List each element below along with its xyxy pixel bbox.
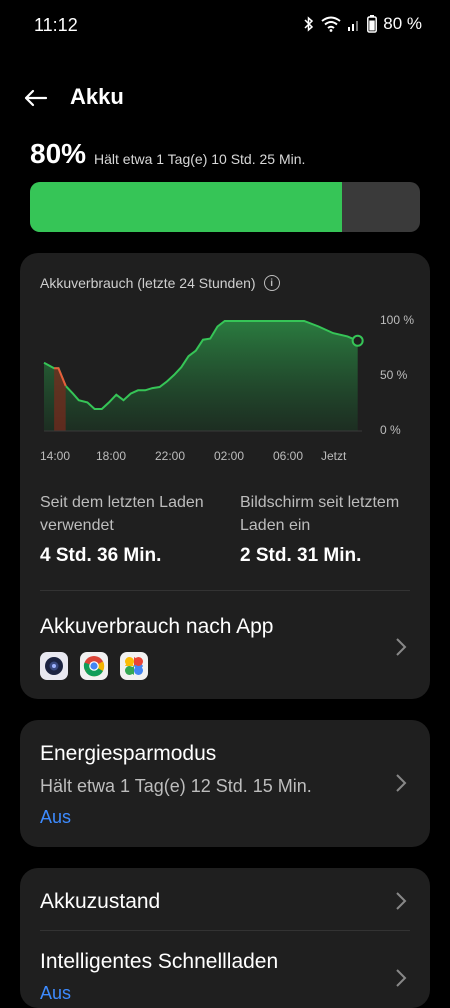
bluetooth-icon: [304, 16, 314, 32]
fast-charge-row[interactable]: Intelligentes Schnellladen Aus: [20, 931, 430, 1008]
wifi-icon: [321, 16, 341, 32]
stat-used-since-charge: Seit dem letzten Laden verwendet 4 Std. …: [40, 491, 220, 567]
status-bar: 11:12 80 %: [0, 0, 450, 50]
x-tick-label: 06:00: [273, 449, 304, 463]
chevron-right-icon: [396, 969, 407, 987]
y-tick-label: 0 %: [380, 423, 401, 437]
app-icons: [40, 652, 148, 680]
battery-usage-card: Akkuverbrauch (letzte 24 Stunden) i 14:0…: [20, 253, 430, 699]
stat-screen-on: Bildschirm seit letztem Laden ein 2 Std.…: [240, 491, 420, 567]
battery-level-bar: [30, 182, 420, 232]
x-tick-label: 22:00: [155, 449, 186, 463]
status-icons: 80 %: [303, 14, 422, 34]
photos-app-icon: [120, 652, 148, 680]
app-header: Akku: [0, 78, 450, 118]
camera-app-icon: [40, 652, 68, 680]
chevron-right-icon: [396, 774, 407, 792]
battery-estimate: Hält etwa 1 Tag(e) 10 Std. 25 Min.: [94, 151, 306, 167]
fast-charge-title: Intelligentes Schnellladen: [40, 950, 279, 973]
page-title: Akku: [70, 84, 124, 109]
stat-value: 2 Std. 31 Min.: [240, 545, 362, 566]
stat-label: Bildschirm seit letztem Laden ein: [240, 494, 400, 534]
power-saving-status: Aus: [40, 807, 72, 827]
power-saving-card[interactable]: Energiesparmodus Hält etwa 1 Tag(e) 12 S…: [20, 720, 430, 847]
battery-icon: [367, 15, 378, 33]
chevron-right-icon: [396, 638, 407, 656]
x-tick-label: 02:00: [214, 449, 245, 463]
battery-percent: 80%: [30, 138, 87, 169]
stat-value: 4 Std. 36 Min.: [40, 545, 162, 566]
battery-percent-text: 80 %: [383, 14, 422, 33]
arrow-left-icon: [24, 89, 48, 107]
current-point-marker: [351, 334, 364, 347]
chevron-right-icon: [396, 892, 407, 910]
usage-area: [44, 321, 358, 431]
usage-chart[interactable]: [20, 253, 430, 473]
battery-settings-card: Akkuzustand Intelligentes Schnellladen A…: [20, 868, 430, 1008]
usage-by-app-title: Akkuverbrauch nach App: [40, 615, 274, 638]
x-tick-label: Jetzt: [321, 449, 347, 463]
low-battery-area: [54, 368, 66, 431]
usage-by-app-row[interactable]: Akkuverbrauch nach App: [20, 591, 430, 699]
x-tick-label: 14:00: [40, 449, 71, 463]
power-saving-estimate: Hält etwa 1 Tag(e) 12 Std. 15 Min.: [40, 776, 312, 796]
chrome-app-icon: [80, 652, 108, 680]
battery-level-fill: [30, 182, 342, 232]
power-saving-title: Energiesparmodus: [40, 742, 217, 765]
signal-icon: [348, 21, 359, 31]
stat-label: Seit dem letzten Laden verwendet: [40, 494, 204, 534]
battery-health-row[interactable]: Akkuzustand: [20, 868, 430, 930]
y-tick-label: 100 %: [380, 313, 415, 327]
fast-charge-status: Aus: [40, 983, 72, 1003]
y-tick-label: 50 %: [380, 368, 408, 382]
status-time: 11:12: [34, 15, 78, 35]
back-button[interactable]: [20, 82, 52, 114]
battery-health-title: Akkuzustand: [40, 890, 161, 913]
x-tick-label: 18:00: [96, 449, 127, 463]
